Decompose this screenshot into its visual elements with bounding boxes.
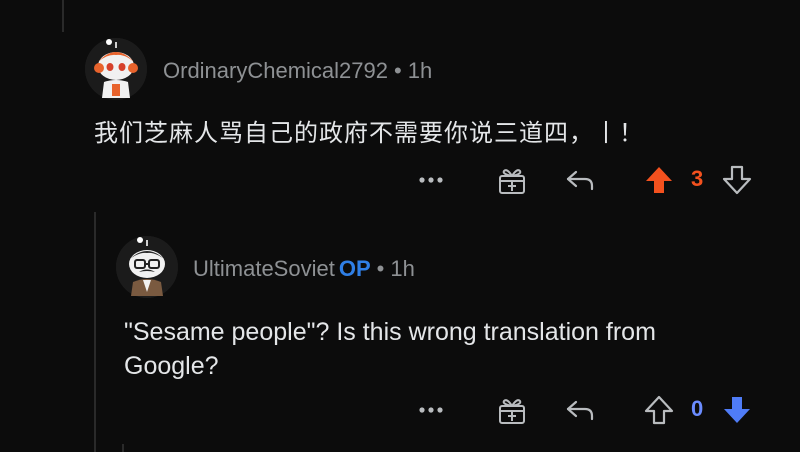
comment-actions: 3 xyxy=(410,160,770,200)
upvote-button[interactable] xyxy=(642,390,676,430)
downvote-icon xyxy=(722,165,752,195)
timestamp[interactable]: 1h xyxy=(390,256,414,281)
author-name[interactable]: UltimateSoviet xyxy=(193,256,335,281)
op-badge: OP xyxy=(338,256,371,281)
reply-icon xyxy=(566,170,594,191)
award-button[interactable] xyxy=(492,160,532,200)
downvote-button[interactable] xyxy=(720,390,754,430)
award-icon xyxy=(499,399,525,424)
comment-body: 我们芝麻人骂自己的政府不需要你说三道四，丨！ xyxy=(94,120,644,147)
vote-count: 0 xyxy=(691,396,704,421)
thread-line xyxy=(94,212,96,452)
avatar[interactable] xyxy=(116,236,178,298)
comment-body-line: "Sesame people"? Is this wrong translati… xyxy=(124,318,656,346)
upvote-button[interactable] xyxy=(642,160,676,200)
comment-actions: 0 xyxy=(410,390,770,430)
downvote-button[interactable] xyxy=(720,160,754,200)
more-icon xyxy=(419,177,443,183)
reply-button[interactable] xyxy=(560,390,600,430)
more-button[interactable] xyxy=(410,390,452,430)
upvote-icon xyxy=(644,395,674,425)
more-button[interactable] xyxy=(410,160,452,200)
author-name[interactable]: OrdinaryChemical2792 xyxy=(163,58,388,83)
comment-body: "Sesame people"? Is this wrong translati… xyxy=(124,315,656,383)
more-icon xyxy=(419,407,443,413)
comment-author-line: UltimateSoviet OP • 1h xyxy=(193,256,415,282)
separator-dot: • xyxy=(394,58,402,83)
vote-count: 3 xyxy=(691,166,704,191)
comment-body-line: Google? xyxy=(124,352,219,380)
reply-button[interactable] xyxy=(560,160,600,200)
thread-line xyxy=(62,0,64,32)
avatar[interactable] xyxy=(85,38,147,100)
upvote-icon xyxy=(646,167,672,193)
award-button[interactable] xyxy=(492,390,532,430)
thread-line xyxy=(122,444,124,452)
reply-icon xyxy=(566,400,594,421)
timestamp[interactable]: 1h xyxy=(408,58,432,83)
separator-dot: • xyxy=(376,256,385,281)
award-icon xyxy=(499,169,525,194)
comment-author-line: OrdinaryChemical2792 • 1h xyxy=(163,58,432,84)
downvote-icon xyxy=(724,397,750,423)
